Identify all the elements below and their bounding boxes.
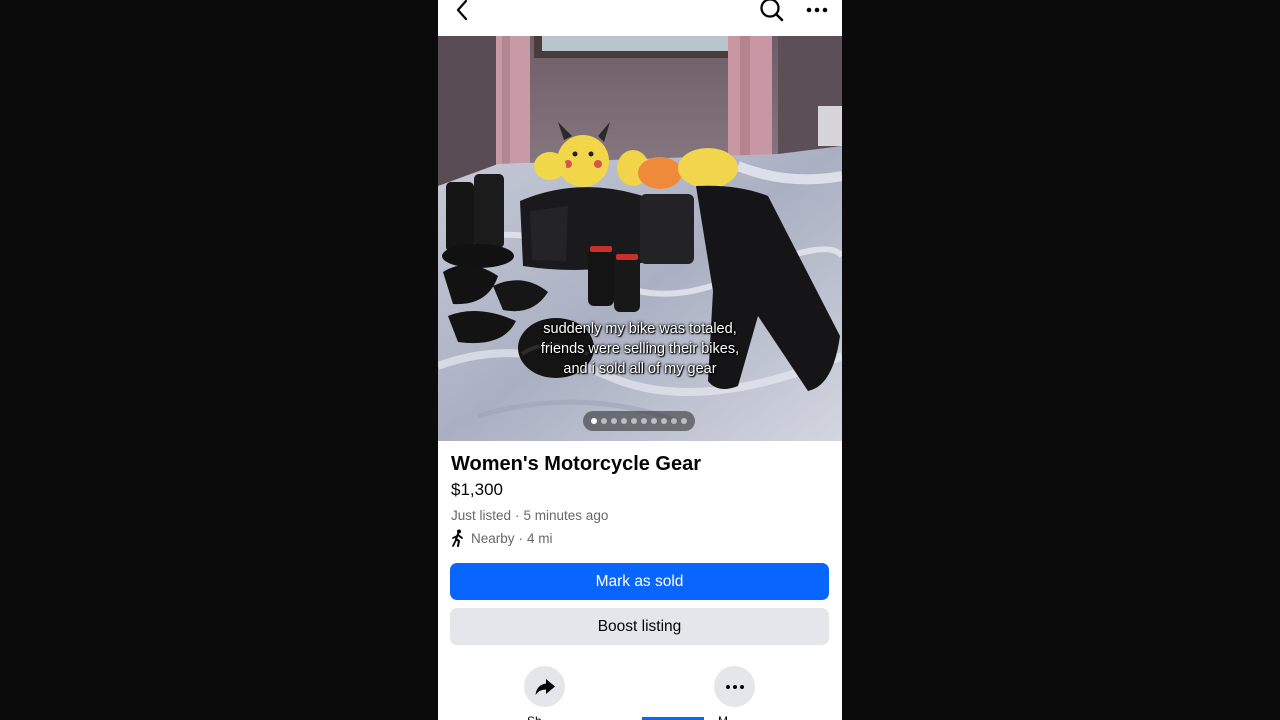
boost-listing-label: Boost listing xyxy=(597,617,682,635)
share-arrow-icon xyxy=(535,678,555,695)
listed-time-ago: 5 minutes ago xyxy=(523,508,609,523)
more-label: M xyxy=(718,714,728,720)
search-icon xyxy=(760,0,784,22)
carousel-pagination xyxy=(583,411,695,431)
listing-time-info: Just listed · 5 minutes ago xyxy=(451,508,608,523)
listing-price: $1,300 xyxy=(451,480,503,499)
listing-photo xyxy=(438,36,842,441)
pagination-dot xyxy=(681,418,687,424)
pagination-dot xyxy=(641,418,647,424)
more-actions-button[interactable] xyxy=(714,666,755,707)
separator-dot: · xyxy=(518,530,524,546)
listing-photo-carousel[interactable]: suddenly my bike was totaled, friends we… xyxy=(438,36,842,441)
pagination-dot xyxy=(631,418,637,424)
top-navigation-bar xyxy=(438,0,842,36)
listing-title: Women's Motorcycle Gear xyxy=(451,453,702,475)
share-button[interactable] xyxy=(524,666,565,707)
location-label: Nearby xyxy=(471,530,515,546)
pagination-dot xyxy=(621,418,627,424)
separator-dot: · xyxy=(515,508,520,523)
pagination-dot xyxy=(611,418,617,424)
distance-label: 4 mi xyxy=(527,530,553,546)
listing-location-info: Nearby · 4 mi xyxy=(451,529,553,547)
boost-listing-button[interactable]: Boost listing xyxy=(450,608,829,645)
mark-as-sold-label: Mark as sold xyxy=(595,572,684,590)
pagination-dot xyxy=(671,418,677,424)
share-label: Sh xyxy=(527,714,542,720)
more-options-button[interactable] xyxy=(802,0,832,24)
pagination-dot xyxy=(651,418,657,424)
photo-caption: suddenly my bike was totaled, friends we… xyxy=(540,321,740,377)
pagination-dot xyxy=(661,418,667,424)
phone-screen: suddenly my bike was totaled, friends we… xyxy=(438,0,842,720)
back-chevron-icon xyxy=(456,0,468,21)
pagination-dot xyxy=(601,418,607,424)
more-horizontal-icon xyxy=(725,684,744,689)
listed-status: Just listed xyxy=(451,508,512,523)
more-horizontal-icon xyxy=(806,7,828,13)
pagination-dot xyxy=(591,418,597,424)
mark-as-sold-button[interactable]: Mark as sold xyxy=(450,563,829,600)
walking-person-icon xyxy=(452,529,463,547)
search-button[interactable] xyxy=(758,0,786,24)
back-button[interactable] xyxy=(450,0,474,24)
